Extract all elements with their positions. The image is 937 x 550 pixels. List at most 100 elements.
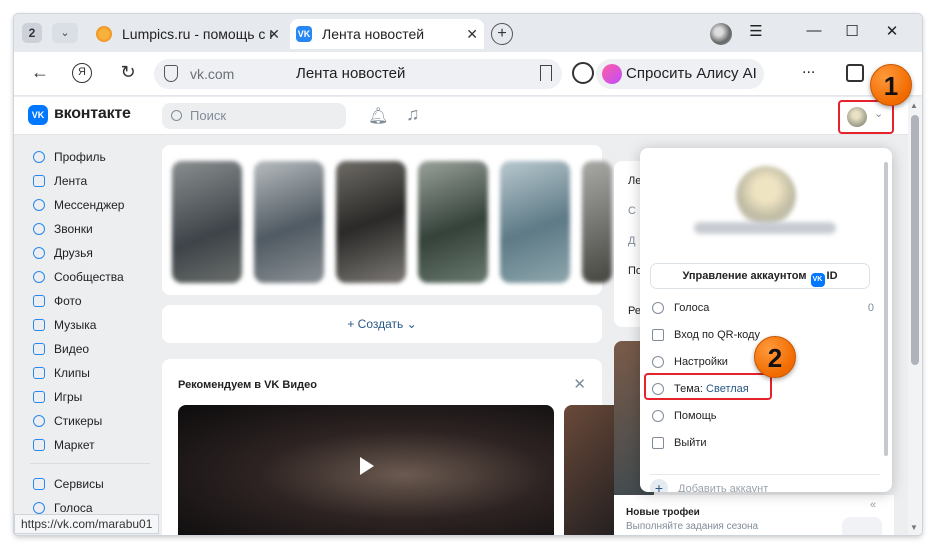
- avatar[interactable]: [736, 166, 796, 226]
- address-field[interactable]: vk.com Лента новостей: [154, 59, 562, 89]
- chat-icon: [33, 199, 45, 211]
- minimize-icon[interactable]: —: [802, 22, 826, 39]
- maximize-icon[interactable]: ☐: [840, 22, 864, 40]
- create-button[interactable]: + Создать ⌄: [162, 305, 602, 343]
- story-thumbnail[interactable]: [336, 161, 406, 283]
- scroll-up-icon[interactable]: ▲: [910, 101, 918, 110]
- notifications-bell-icon[interactable]: 🔔︎: [368, 106, 388, 126]
- music-note-icon[interactable]: ♫: [406, 104, 420, 125]
- step-badge-1: 1: [870, 64, 912, 106]
- menu-item-services[interactable]: Сервисы: [30, 472, 160, 496]
- menu-item-market[interactable]: Маркет: [30, 433, 160, 457]
- story-thumbnail[interactable]: [500, 161, 570, 283]
- menu-item-votes[interactable]: Голоса 0: [650, 298, 880, 318]
- browser-profile-avatar[interactable]: [710, 23, 732, 45]
- menu-label: Игры: [54, 390, 83, 404]
- url-host: vk.com: [190, 66, 235, 82]
- page-scrollbar[interactable]: ▲ ▼: [908, 97, 922, 535]
- menu-divider: [30, 463, 150, 464]
- menu-item-profile[interactable]: Профиль: [30, 145, 160, 169]
- more-dots-icon[interactable]: ...: [802, 60, 815, 78]
- shield-icon[interactable]: [164, 65, 178, 82]
- dropdown-scrollbar[interactable]: [884, 162, 888, 456]
- collapse-icon[interactable]: «: [870, 499, 876, 511]
- tab-lumpics[interactable]: Lumpics.ru - помощь с ком ✕: [90, 19, 286, 49]
- close-icon[interactable]: ✕: [573, 375, 586, 393]
- menu-item-messenger[interactable]: Мессенджер: [30, 193, 160, 217]
- stickers-icon: [33, 415, 45, 427]
- menu-item-logout[interactable]: Выйти: [650, 433, 880, 453]
- scrollbar-thumb[interactable]: [911, 115, 919, 365]
- url-page-title: Лента новостей: [296, 65, 406, 82]
- story-thumbnail[interactable]: [172, 161, 242, 283]
- market-icon: [33, 439, 45, 451]
- story-thumbnail[interactable]: [418, 161, 488, 283]
- menu-label: Маркет: [54, 438, 95, 452]
- add-account-button[interactable]: + Добавить аккаунт: [650, 474, 880, 492]
- menu-item-communities[interactable]: Сообщества: [30, 265, 160, 289]
- coins-icon: [652, 302, 664, 314]
- filter-label[interactable]: С: [628, 205, 636, 217]
- reload-icon[interactable]: ↻: [116, 62, 140, 83]
- tab-count-button[interactable]: 2: [22, 23, 42, 43]
- chat-bubble-icon[interactable]: [842, 517, 882, 535]
- menu-label: Клипы: [54, 366, 90, 380]
- menu-item-music[interactable]: Музыка: [30, 313, 160, 337]
- manage-account-button[interactable]: Управление аккаунтом VK ID: [650, 263, 870, 289]
- scroll-down-icon[interactable]: ▼: [910, 523, 918, 532]
- menu-item-photos[interactable]: Фото: [30, 289, 160, 313]
- menu-label: Голоса: [54, 501, 93, 515]
- photo-icon: [33, 295, 45, 307]
- vk-id-icon: VK: [810, 273, 825, 287]
- back-arrow-icon[interactable]: ←: [28, 62, 52, 83]
- votes-icon: [33, 502, 45, 514]
- alice-search-icon[interactable]: [572, 62, 594, 84]
- close-window-icon[interactable]: ✕: [880, 22, 904, 40]
- ask-alice-button[interactable]: Спросить Алису AI: [596, 59, 764, 89]
- tab-vk-feed[interactable]: VK Лента новостей ✕: [290, 19, 484, 49]
- menu-item-calls[interactable]: Звонки: [30, 217, 160, 241]
- close-tab-icon[interactable]: ✕: [268, 19, 280, 49]
- phone-icon: [33, 223, 45, 235]
- avatar: [847, 107, 867, 127]
- menu-label: Друзья: [54, 246, 93, 260]
- feed-icon: [33, 175, 45, 187]
- vk-page: VK вконтакте Поиск 🔔︎ ♫ ⌄ Профиль Лента …: [14, 97, 908, 535]
- browser-menu-icon[interactable]: ☰: [744, 22, 768, 40]
- bookmark-icon[interactable]: [540, 65, 552, 81]
- help-icon: [652, 410, 664, 422]
- recommended-video-block: Рекомендуем в VK Видео ✕: [162, 359, 624, 535]
- new-tab-plus-icon[interactable]: +: [491, 23, 513, 45]
- tab-list-chevron-icon[interactable]: ⌄: [52, 23, 78, 43]
- plus-icon: +: [650, 479, 668, 492]
- close-tab-icon[interactable]: ✕: [466, 19, 478, 49]
- menu-item-clips[interactable]: Клипы: [30, 361, 160, 385]
- menu-label: Стикеры: [54, 414, 103, 428]
- menu-label: Сервисы: [54, 477, 104, 491]
- extensions-icon[interactable]: [846, 64, 864, 82]
- play-icon[interactable]: [360, 457, 374, 475]
- menu-label: Фото: [54, 294, 82, 308]
- menu-item-feed[interactable]: Лента: [30, 169, 160, 193]
- search-placeholder: Поиск: [190, 108, 227, 123]
- video-thumbnail[interactable]: [178, 405, 554, 535]
- menu-item-friends[interactable]: Друзья: [30, 241, 160, 265]
- vk-header: VK вконтакте Поиск 🔔︎ ♫ ⌄: [14, 97, 908, 135]
- vk-search-input[interactable]: Поиск: [162, 103, 346, 129]
- menu-item-games[interactable]: Игры: [30, 385, 160, 409]
- menu-item-stickers[interactable]: Стикеры: [30, 409, 160, 433]
- menu-label: Мессенджер: [54, 198, 125, 212]
- qr-icon: [652, 329, 664, 341]
- yandex-logo-icon[interactable]: Я: [72, 63, 92, 83]
- clips-icon: [33, 367, 45, 379]
- votes-count: 0: [867, 302, 874, 314]
- story-thumbnail[interactable]: [582, 161, 612, 283]
- menu-item-help[interactable]: Помощь: [650, 406, 880, 426]
- address-bar-row: ← Я ↻ vk.com Лента новостей Спросить Али…: [14, 52, 922, 96]
- story-thumbnail[interactable]: [254, 161, 324, 283]
- menu-item-video[interactable]: Видео: [30, 337, 160, 361]
- menu-label: Музыка: [54, 318, 97, 332]
- recommend-title: Рекомендуем в VK Видео: [178, 379, 317, 391]
- settings-icon: [652, 356, 664, 368]
- filter-label[interactable]: Д: [628, 235, 635, 247]
